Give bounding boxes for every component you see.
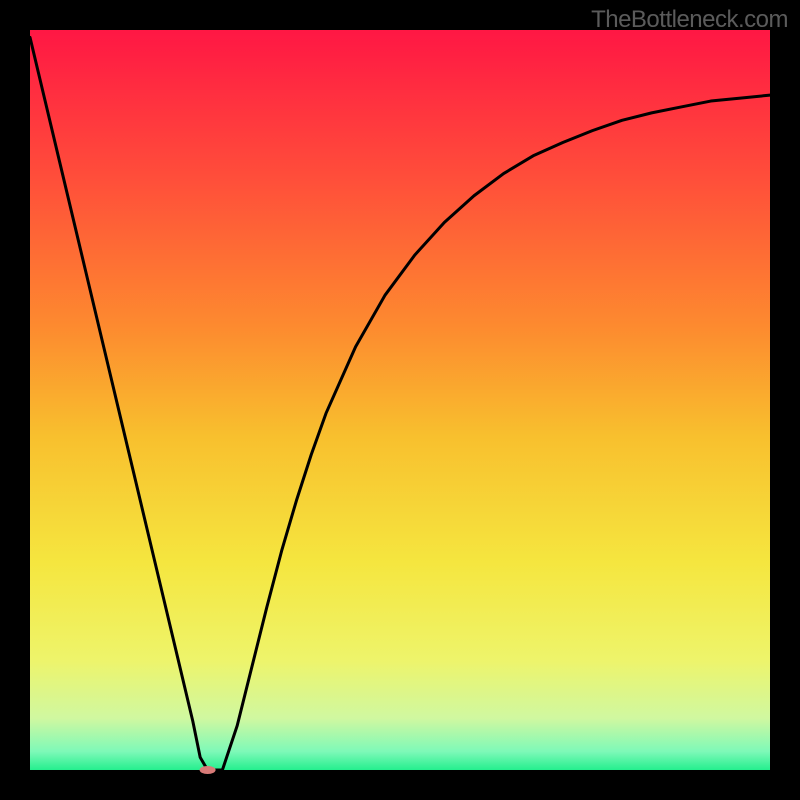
plot-background <box>30 30 770 770</box>
optimal-point-marker <box>200 766 216 774</box>
bottleneck-chart <box>0 0 800 800</box>
attribution-text: TheBottleneck.com <box>591 6 788 34</box>
chart-frame: TheBottleneck.com <box>0 0 800 800</box>
